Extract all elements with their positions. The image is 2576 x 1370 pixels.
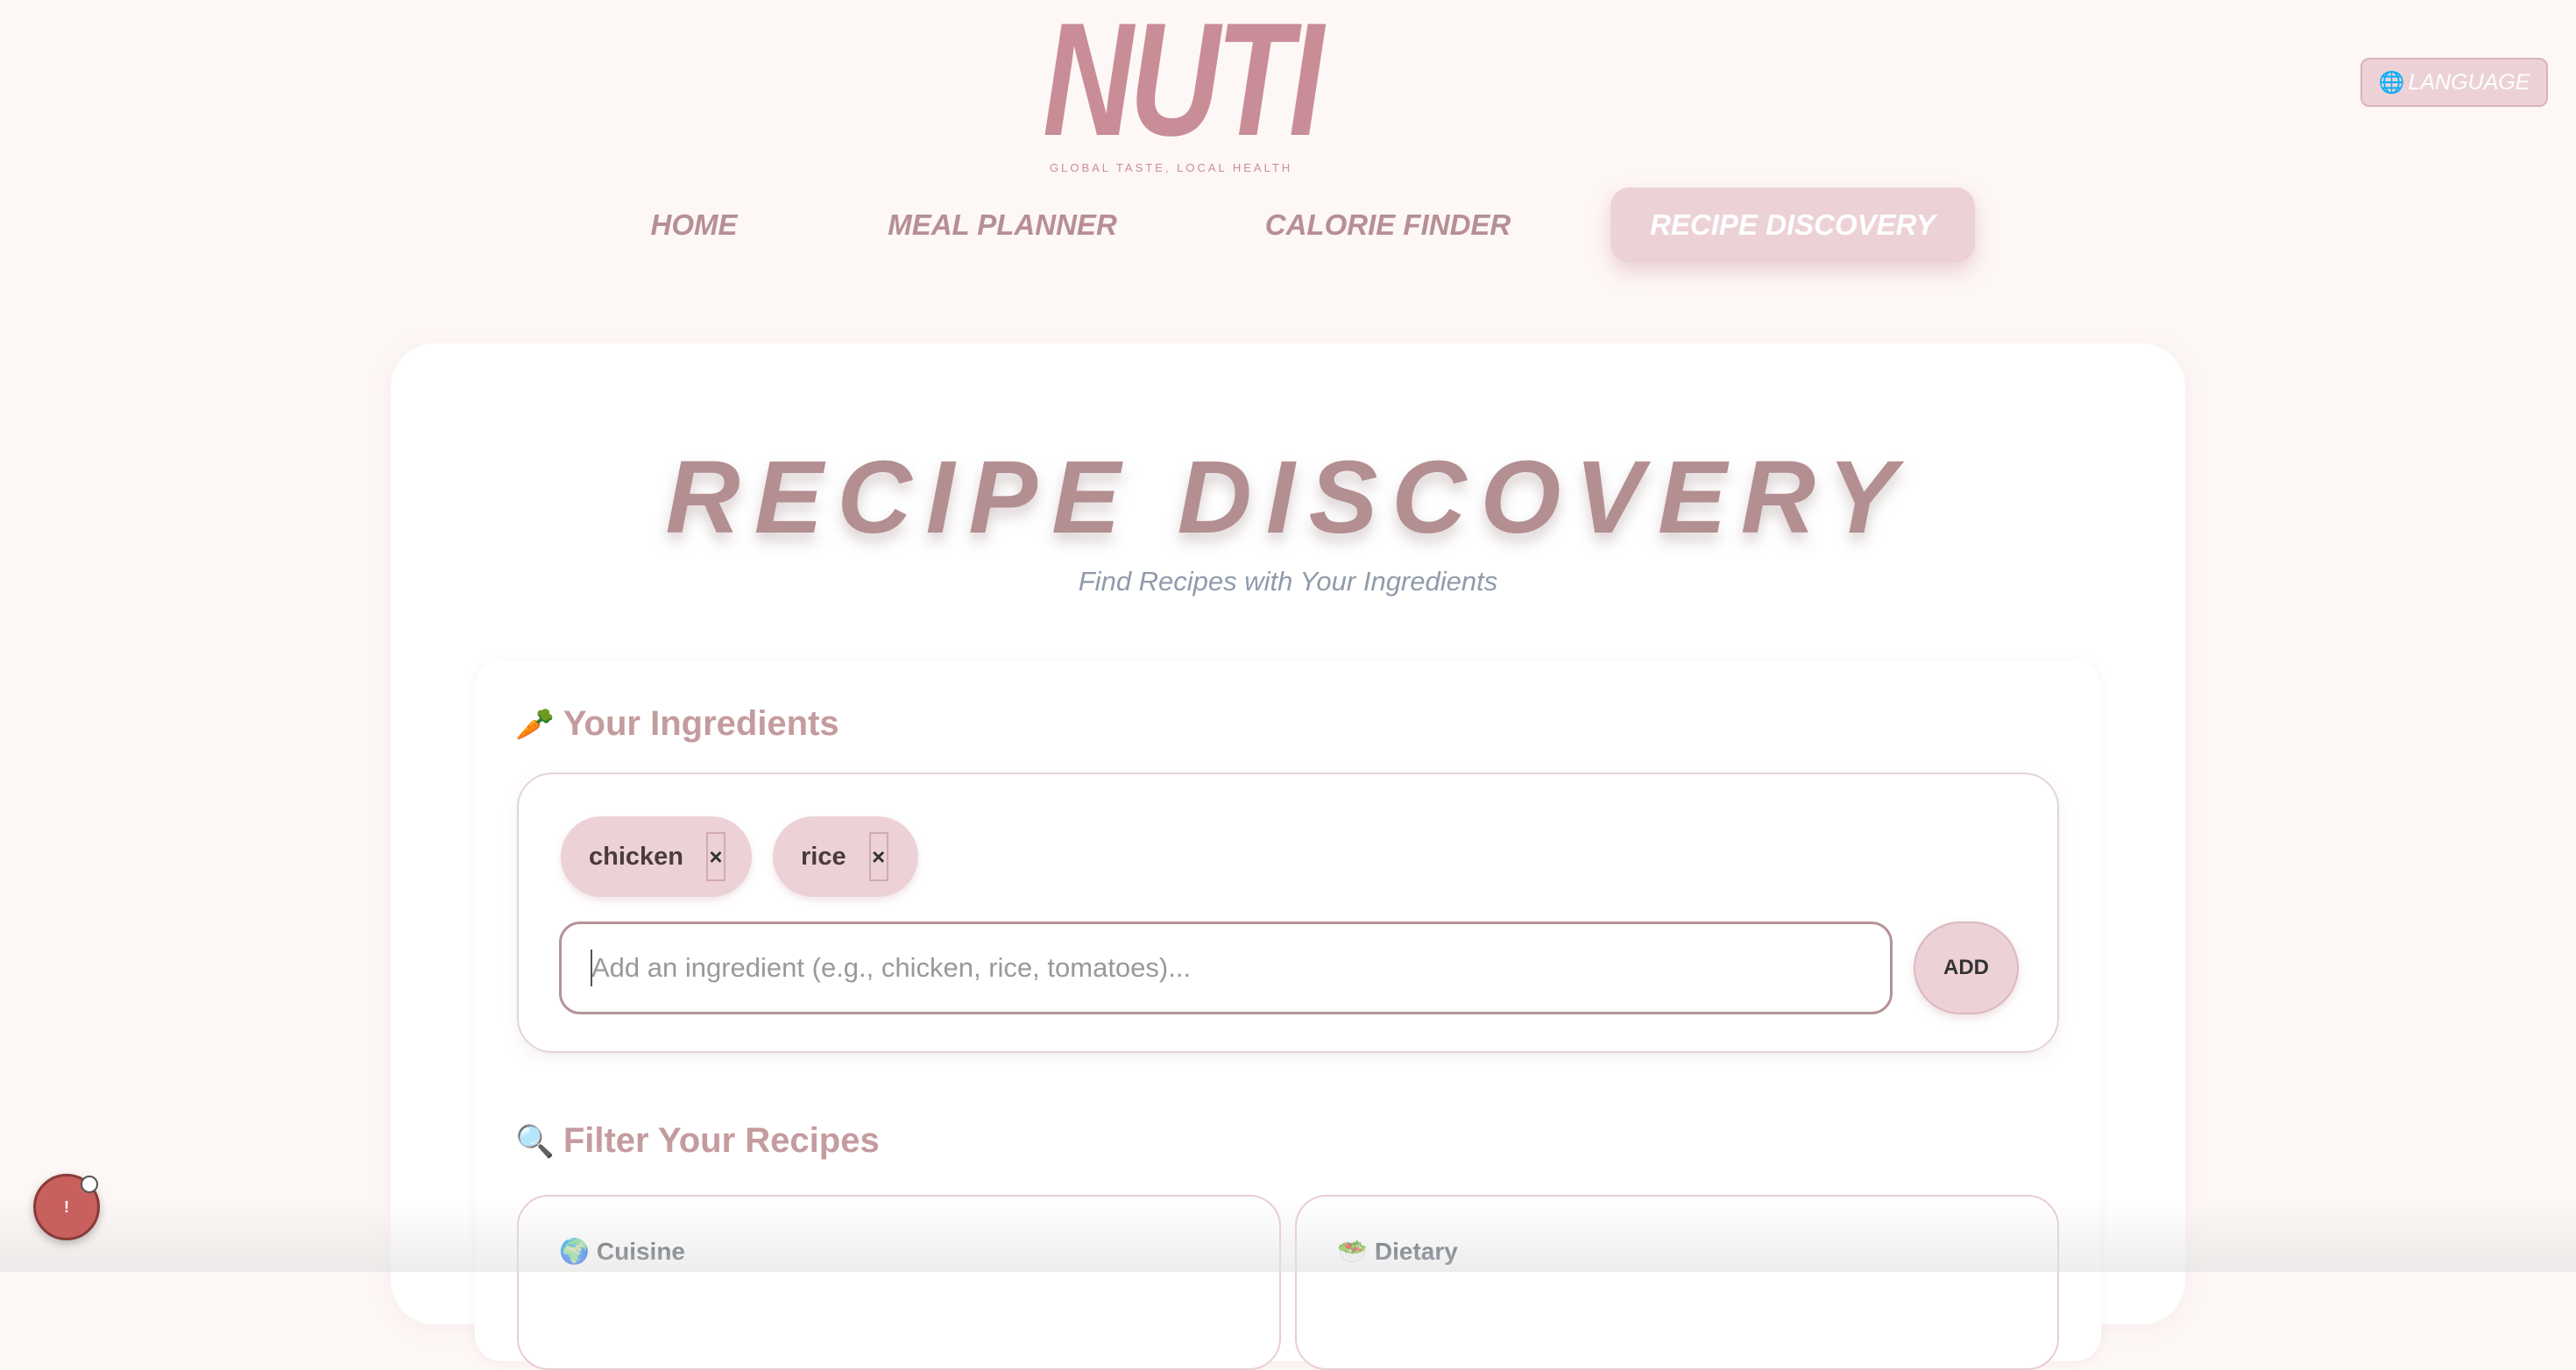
cuisine-filter-label: 🌍 Cuisine [559,1237,685,1266]
cuisine-label: Cuisine [596,1237,686,1265]
salad-icon: 🥗 [1337,1238,1368,1265]
language-label: LANGUAGE [2408,69,2530,95]
text-caret [591,950,592,986]
ingredient-input[interactable] [559,922,1893,1014]
remove-ingredient-button[interactable]: × [706,832,725,881]
ingredient-chip: rice × [773,816,918,897]
nav-recipe-discovery[interactable]: RECIPE DISCOVERY [1610,187,1975,263]
page-subtitle: Find Recipes with Your Ingredients [1078,566,1498,597]
carrot-icon: 🥕 [515,705,555,742]
ingredient-chip-label: rice [801,842,846,871]
filters-heading: 🔍 Filter Your Recipes [515,1121,880,1161]
globe-icon: 🌐 [2378,70,2405,95]
logo-text: NUTI [1043,0,1324,169]
filters-heading-label: Filter Your Recipes [563,1121,880,1160]
brand-logo[interactable]: NUTI GLOBAL TASTE, LOCAL HEALTH [1043,0,1358,174]
add-ingredient-button[interactable]: ADD [1914,922,2019,1014]
nav-meal-planner[interactable]: MEAL PLANNER [883,187,1122,263]
logo-tagline: GLOBAL TASTE, LOCAL HEALTH [1050,161,1293,174]
language-button[interactable]: 🌐 LANGUAGE [2360,58,2548,107]
dietary-filter-label: 🥗 Dietary [1337,1237,1458,1266]
ingredients-heading-label: Your Ingredients [563,704,839,743]
ingredient-chip-label: chicken [589,842,683,871]
cuisine-filter[interactable]: 🌍 Cuisine [517,1195,1281,1370]
ingredients-heading: 🥕 Your Ingredients [515,704,839,744]
globe-icon: 🌍 [559,1238,590,1265]
recipe-form-card: 🥕 Your Ingredients chicken × rice × ADD … [475,660,2101,1370]
main-nav: HOME MEAL PLANNER CALORIE FINDER RECIPE … [0,187,2576,263]
nav-calorie-finder[interactable]: CALORIE FINDER [1258,187,1518,263]
alert-icon: ! [64,1197,69,1216]
main-card: RECIPE DISCOVERY Find Recipes with Your … [391,343,2185,1370]
remove-ingredient-button[interactable]: × [868,832,888,881]
ingredient-chip: chicken × [561,816,752,897]
dietary-filter[interactable]: 🥗 Dietary [1295,1195,2059,1370]
page-title: RECIPE DISCOVERY [665,440,1911,555]
magnifier-icon: 🔍 [515,1122,555,1159]
ingredients-box: chicken × rice × ADD [517,773,2059,1053]
fab-badge [81,1176,98,1193]
dietary-label: Dietary [1374,1237,1458,1265]
nav-home[interactable]: HOME [634,187,754,263]
